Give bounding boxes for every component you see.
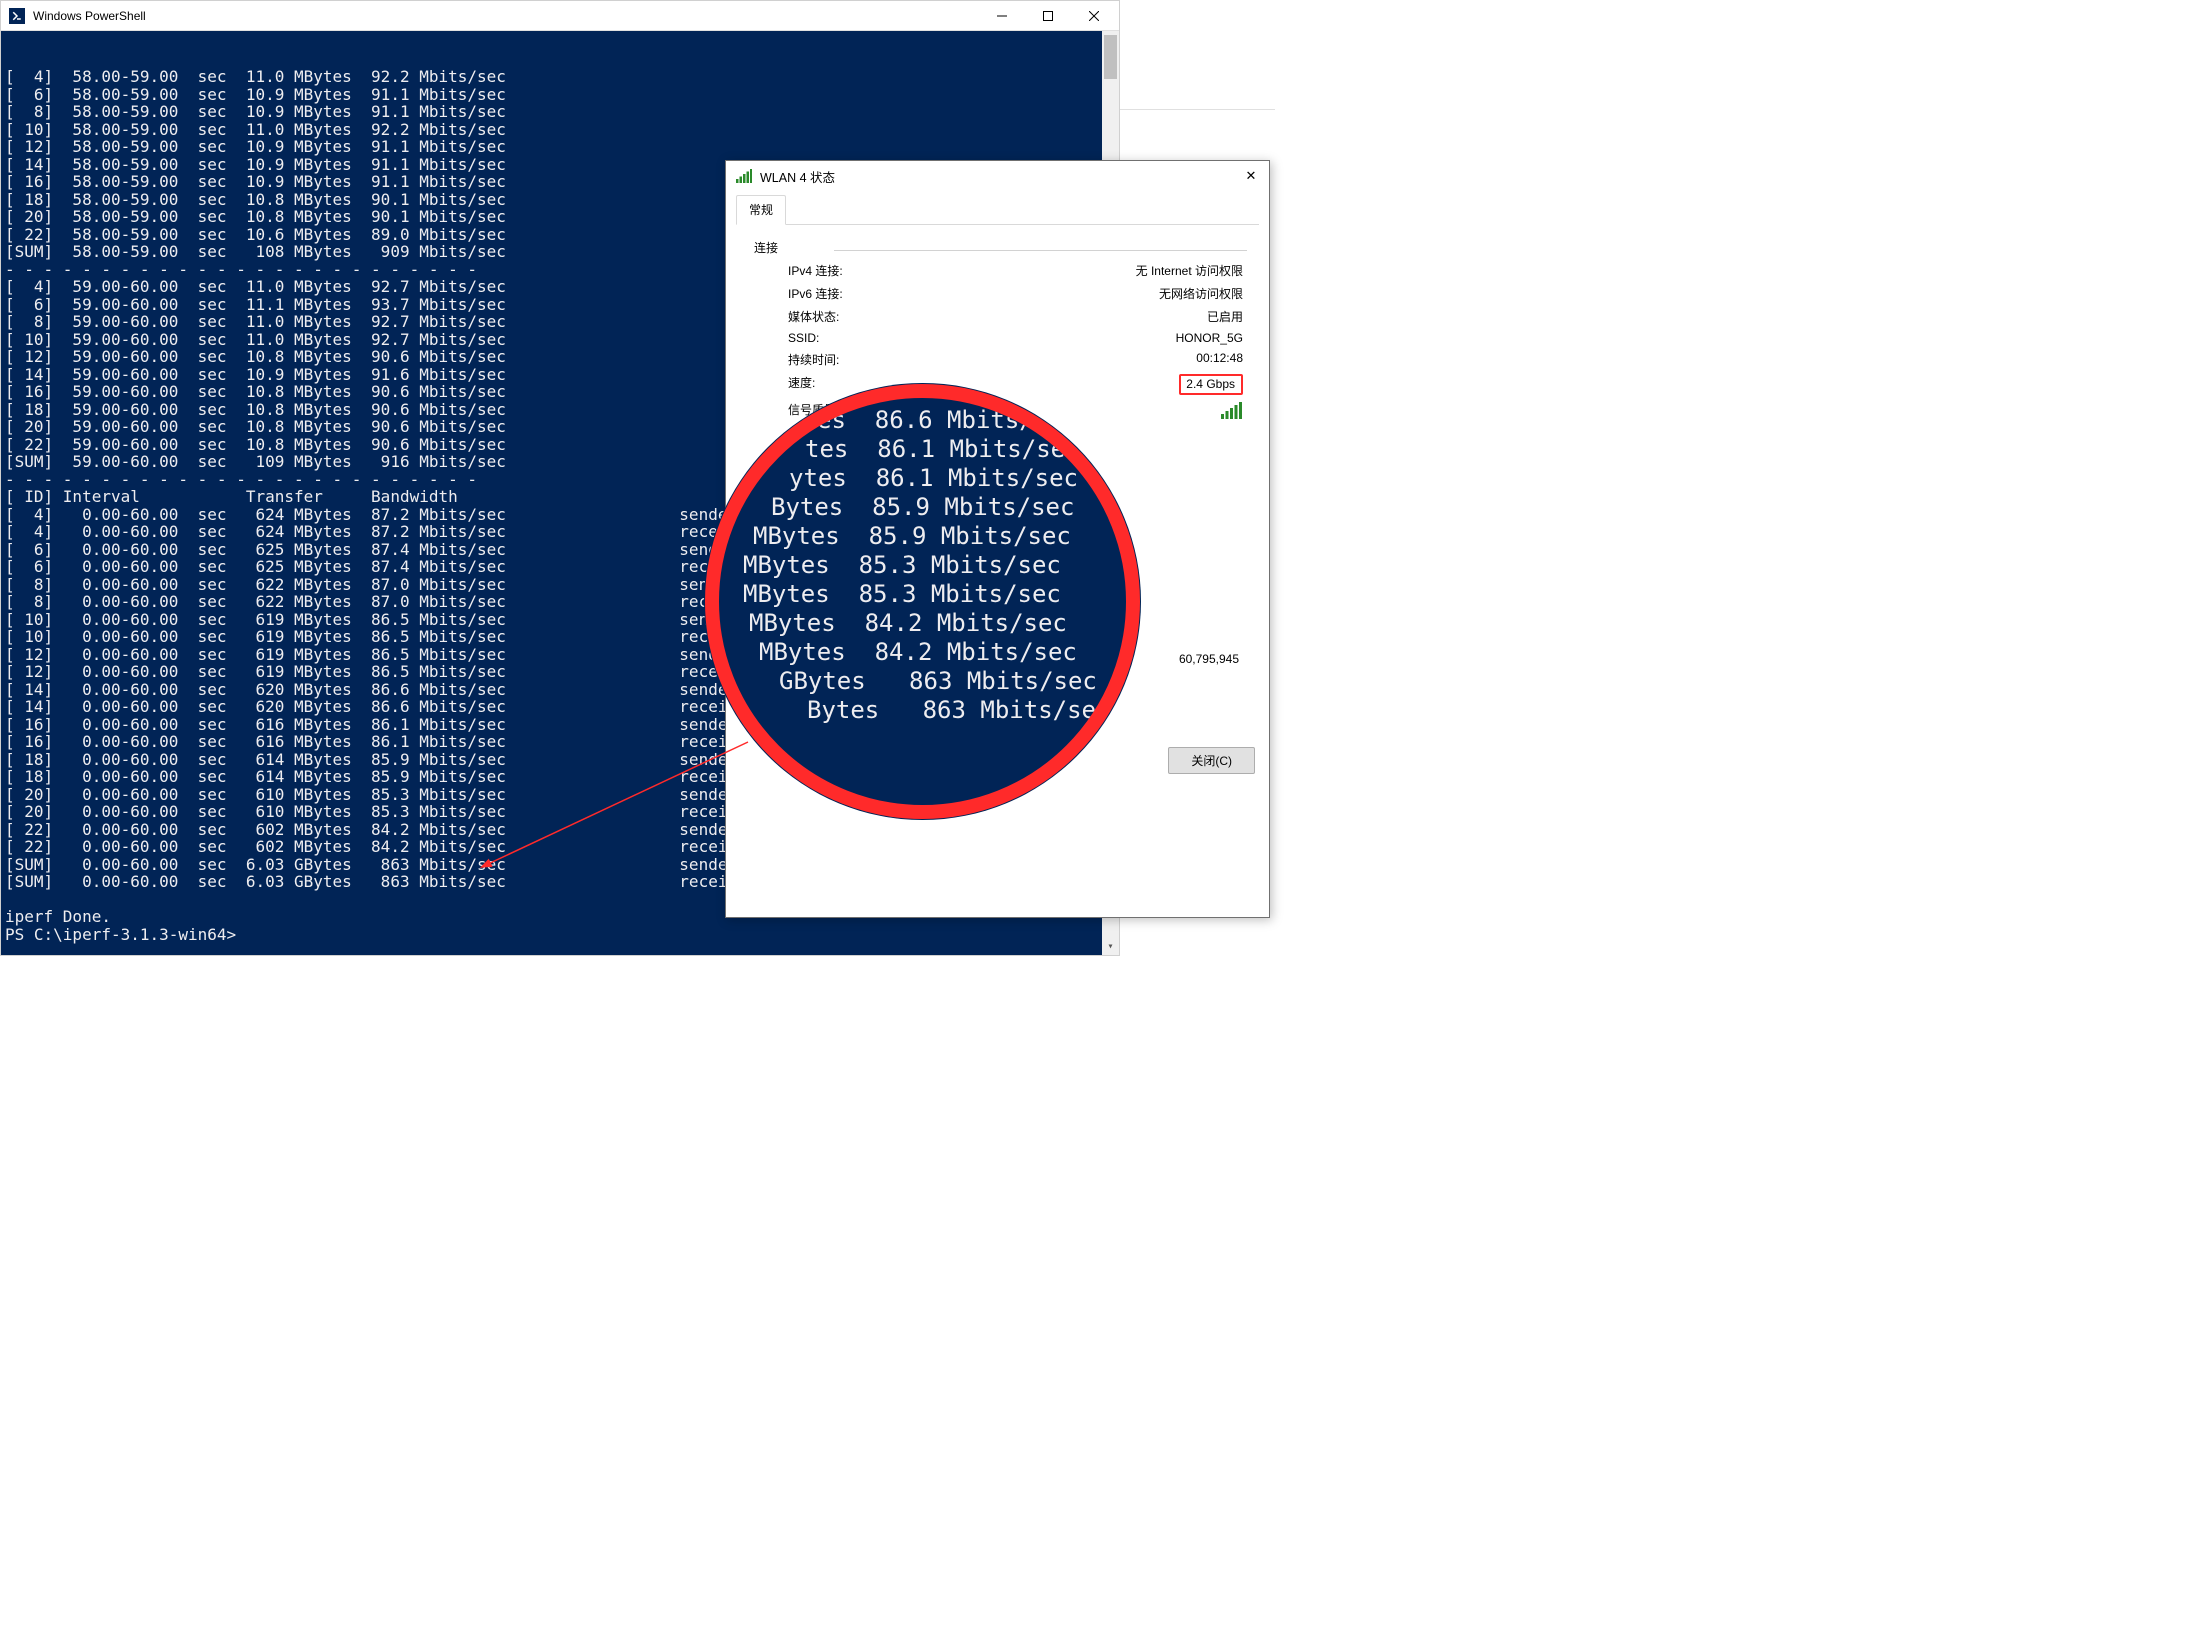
ssid-value: HONOR_5G [1176, 331, 1243, 345]
ipv4-value: 无 Internet 访问权限 [1136, 262, 1243, 279]
speed-value: 2.4 Gbps [1179, 374, 1243, 395]
maximize-button[interactable] [1025, 1, 1071, 31]
signal-quality-icon [1221, 401, 1243, 422]
duration-value: 00:12:48 [1196, 351, 1243, 368]
minimize-button[interactable] [979, 1, 1025, 31]
powershell-titlebar[interactable]: Windows PowerShell [1, 1, 1119, 31]
tab-general[interactable]: 常规 [736, 195, 786, 225]
signal-icon [736, 169, 752, 183]
wlan-titlebar[interactable]: WLAN 4 状态 ✕ [726, 161, 1269, 191]
scroll-thumb[interactable] [1104, 35, 1117, 79]
close-button[interactable] [1071, 1, 1117, 31]
powershell-icon [9, 8, 25, 24]
media-state-value: 已启用 [1207, 308, 1243, 325]
close-dialog-button[interactable]: 关闭(C) [1168, 747, 1255, 774]
scroll-down-arrow[interactable]: ▾ [1102, 938, 1119, 955]
ipv6-value: 无网络访问权限 [1159, 285, 1243, 302]
wlan-close-icon[interactable]: ✕ [1239, 166, 1263, 186]
ipv6-label: IPv6 连接: [788, 285, 843, 302]
ipv4-label: IPv4 连接: [788, 262, 843, 279]
section-connection: 连接 [754, 239, 1247, 256]
powershell-title: Windows PowerShell [33, 9, 979, 23]
media-state-label: 媒体状态: [788, 308, 839, 325]
duration-label: 持续时间: [788, 351, 839, 368]
magnifier-text: es 86.6 Mbits/sectes 86.1 Mbits/secytes … [719, 398, 1126, 725]
ssid-label: SSID: [788, 331, 819, 345]
wlan-title: WLAN 4 状态 [760, 167, 1239, 186]
magnifier-callout: es 86.6 Mbits/sectes 86.1 Mbits/secytes … [705, 384, 1140, 819]
speed-label: 速度: [788, 374, 815, 395]
background-window-strip [1120, 30, 1275, 110]
tab-strip: 常规 [736, 195, 1259, 225]
